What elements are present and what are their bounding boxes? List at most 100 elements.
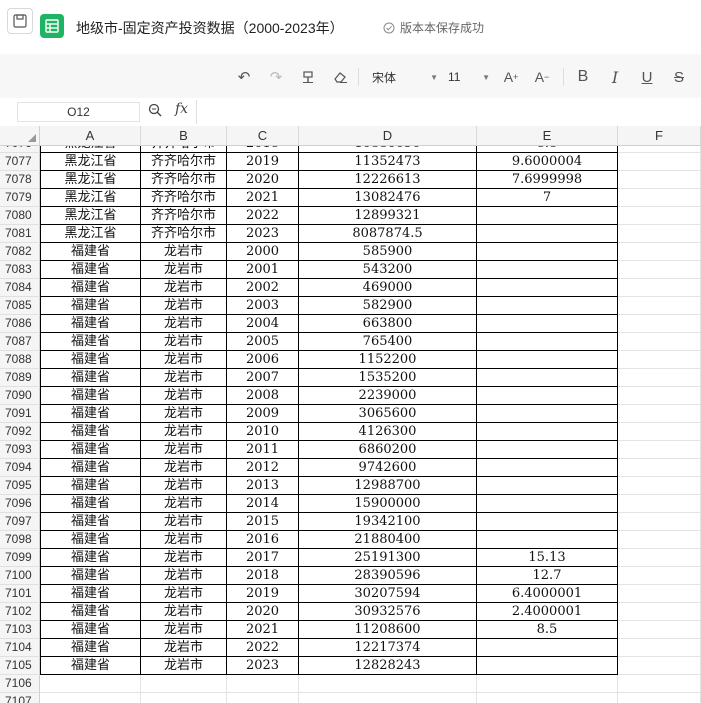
cell-a7098[interactable]: 福建省 [40, 531, 141, 549]
row-header[interactable]: 7102 [0, 603, 40, 621]
cell-e7104[interactable] [477, 639, 618, 657]
cell-a7097[interactable]: 福建省 [40, 513, 141, 531]
cell-d7083[interactable]: 543200 [299, 261, 477, 279]
cell-e7089[interactable] [477, 369, 618, 387]
cell-a7099[interactable]: 福建省 [40, 549, 141, 567]
cell-c7090[interactable]: 2008 [227, 387, 299, 405]
cell-b7092[interactable]: 龙岩市 [141, 423, 227, 441]
font-size-select[interactable]: 11 ▼ [448, 68, 490, 86]
row-header[interactable]: 7079 [0, 189, 40, 207]
column-header-a[interactable]: A [40, 126, 141, 146]
cell-b7077[interactable]: 齐齐哈尔市 [141, 153, 227, 171]
cell-d7080[interactable]: 12899321 [299, 207, 477, 225]
cell-d7089[interactable]: 1535200 [299, 369, 477, 387]
cell-b7098[interactable]: 龙岩市 [141, 531, 227, 549]
cell-c7105[interactable]: 2023 [227, 657, 299, 675]
cell-b7084[interactable]: 龙岩市 [141, 279, 227, 297]
row-header[interactable]: 7077 [0, 153, 40, 171]
cell-c7083[interactable]: 2001 [227, 261, 299, 279]
row-header[interactable]: 7104 [0, 639, 40, 657]
cell-b7096[interactable]: 龙岩市 [141, 495, 227, 513]
row-header[interactable]: 7092 [0, 423, 40, 441]
cell-e7083[interactable] [477, 261, 618, 279]
row-header[interactable]: 7088 [0, 351, 40, 369]
cell-b7087[interactable]: 龙岩市 [141, 333, 227, 351]
cell-e7105[interactable] [477, 657, 618, 675]
cell-e7103[interactable]: 8.5 [477, 621, 618, 639]
cell-e7092[interactable] [477, 423, 618, 441]
redo-icon[interactable]: ↷ [266, 66, 286, 88]
row-header[interactable]: 7098 [0, 531, 40, 549]
row-header[interactable]: 7083 [0, 261, 40, 279]
cell-c7085[interactable]: 2003 [227, 297, 299, 315]
cell-b7100[interactable]: 龙岩市 [141, 567, 227, 585]
cell-b7091[interactable]: 龙岩市 [141, 405, 227, 423]
row-header[interactable]: 7084 [0, 279, 40, 297]
cell-a7083[interactable]: 福建省 [40, 261, 141, 279]
cell-c7102[interactable]: 2020 [227, 603, 299, 621]
row-header[interactable]: 7089 [0, 369, 40, 387]
cell-d7084[interactable]: 469000 [299, 279, 477, 297]
cell-a7084[interactable]: 福建省 [40, 279, 141, 297]
cell-d7096[interactable]: 15900000 [299, 495, 477, 513]
cell-e7091[interactable] [477, 405, 618, 423]
cell-e7100[interactable]: 12.7 [477, 567, 618, 585]
cell-e7094[interactable] [477, 459, 618, 477]
cell-a7085[interactable]: 福建省 [40, 297, 141, 315]
cell-a7092[interactable]: 福建省 [40, 423, 141, 441]
row-header[interactable]: 7080 [0, 207, 40, 225]
row-header[interactable]: 7101 [0, 585, 40, 603]
cell-d7104[interactable]: 12217374 [299, 639, 477, 657]
cell-e7080[interactable] [477, 207, 618, 225]
cell-d7100[interactable]: 28390596 [299, 567, 477, 585]
cell-a7094[interactable]: 福建省 [40, 459, 141, 477]
row-header[interactable]: 7099 [0, 549, 40, 567]
cell-a7089[interactable]: 福建省 [40, 369, 141, 387]
cell-c7078[interactable]: 2020 [227, 171, 299, 189]
cell-b7105[interactable]: 龙岩市 [141, 657, 227, 675]
column-header-f[interactable]: F [618, 126, 701, 146]
cell-b7085[interactable]: 龙岩市 [141, 297, 227, 315]
strikethrough-icon[interactable]: S [669, 66, 689, 88]
cell-c7093[interactable]: 2011 [227, 441, 299, 459]
row-header[interactable]: 7085 [0, 297, 40, 315]
decrease-font-icon[interactable]: A − [531, 66, 553, 88]
cell-a7078[interactable]: 黑龙江省 [40, 171, 141, 189]
cell-d7091[interactable]: 3065600 [299, 405, 477, 423]
cell-e7090[interactable] [477, 387, 618, 405]
cell-d7094[interactable]: 9742600 [299, 459, 477, 477]
cell-b7094[interactable]: 龙岩市 [141, 459, 227, 477]
cell-c7098[interactable]: 2016 [227, 531, 299, 549]
cell-b7086[interactable]: 龙岩市 [141, 315, 227, 333]
cell-e7098[interactable] [477, 531, 618, 549]
cell-a7081[interactable]: 黑龙江省 [40, 225, 141, 243]
cell-e7078[interactable]: 7.6999998 [477, 171, 618, 189]
cell-reference-box[interactable]: O12 [17, 102, 140, 122]
cell-a7087[interactable]: 福建省 [40, 333, 141, 351]
cell-d7085[interactable]: 582900 [299, 297, 477, 315]
cell-c7091[interactable]: 2009 [227, 405, 299, 423]
column-header-b[interactable]: B [141, 126, 227, 146]
cell-d7087[interactable]: 765400 [299, 333, 477, 351]
cell-d7105[interactable]: 12828243 [299, 657, 477, 675]
cell-b7097[interactable]: 龙岩市 [141, 513, 227, 531]
cell-c7100[interactable]: 2018 [227, 567, 299, 585]
cell-b7083[interactable]: 龙岩市 [141, 261, 227, 279]
row-header[interactable]: 7081 [0, 225, 40, 243]
cell-c7101[interactable]: 2019 [227, 585, 299, 603]
row-header[interactable]: 7097 [0, 513, 40, 531]
cell-a7090[interactable]: 福建省 [40, 387, 141, 405]
cell-a7091[interactable]: 福建省 [40, 405, 141, 423]
column-header-e[interactable]: E [477, 126, 618, 146]
cell-d7097[interactable]: 19342100 [299, 513, 477, 531]
cell-a7086[interactable]: 福建省 [40, 315, 141, 333]
cell-c7097[interactable]: 2015 [227, 513, 299, 531]
cell-a7095[interactable]: 福建省 [40, 477, 141, 495]
cell-c7080[interactable]: 2022 [227, 207, 299, 225]
cell-a7104[interactable]: 福建省 [40, 639, 141, 657]
underline-icon[interactable]: U [637, 66, 657, 88]
row-header[interactable]: 7096 [0, 495, 40, 513]
cell-c7103[interactable]: 2021 [227, 621, 299, 639]
cell-d7095[interactable]: 12988700 [299, 477, 477, 495]
cell-d7082[interactable]: 585900 [299, 243, 477, 261]
